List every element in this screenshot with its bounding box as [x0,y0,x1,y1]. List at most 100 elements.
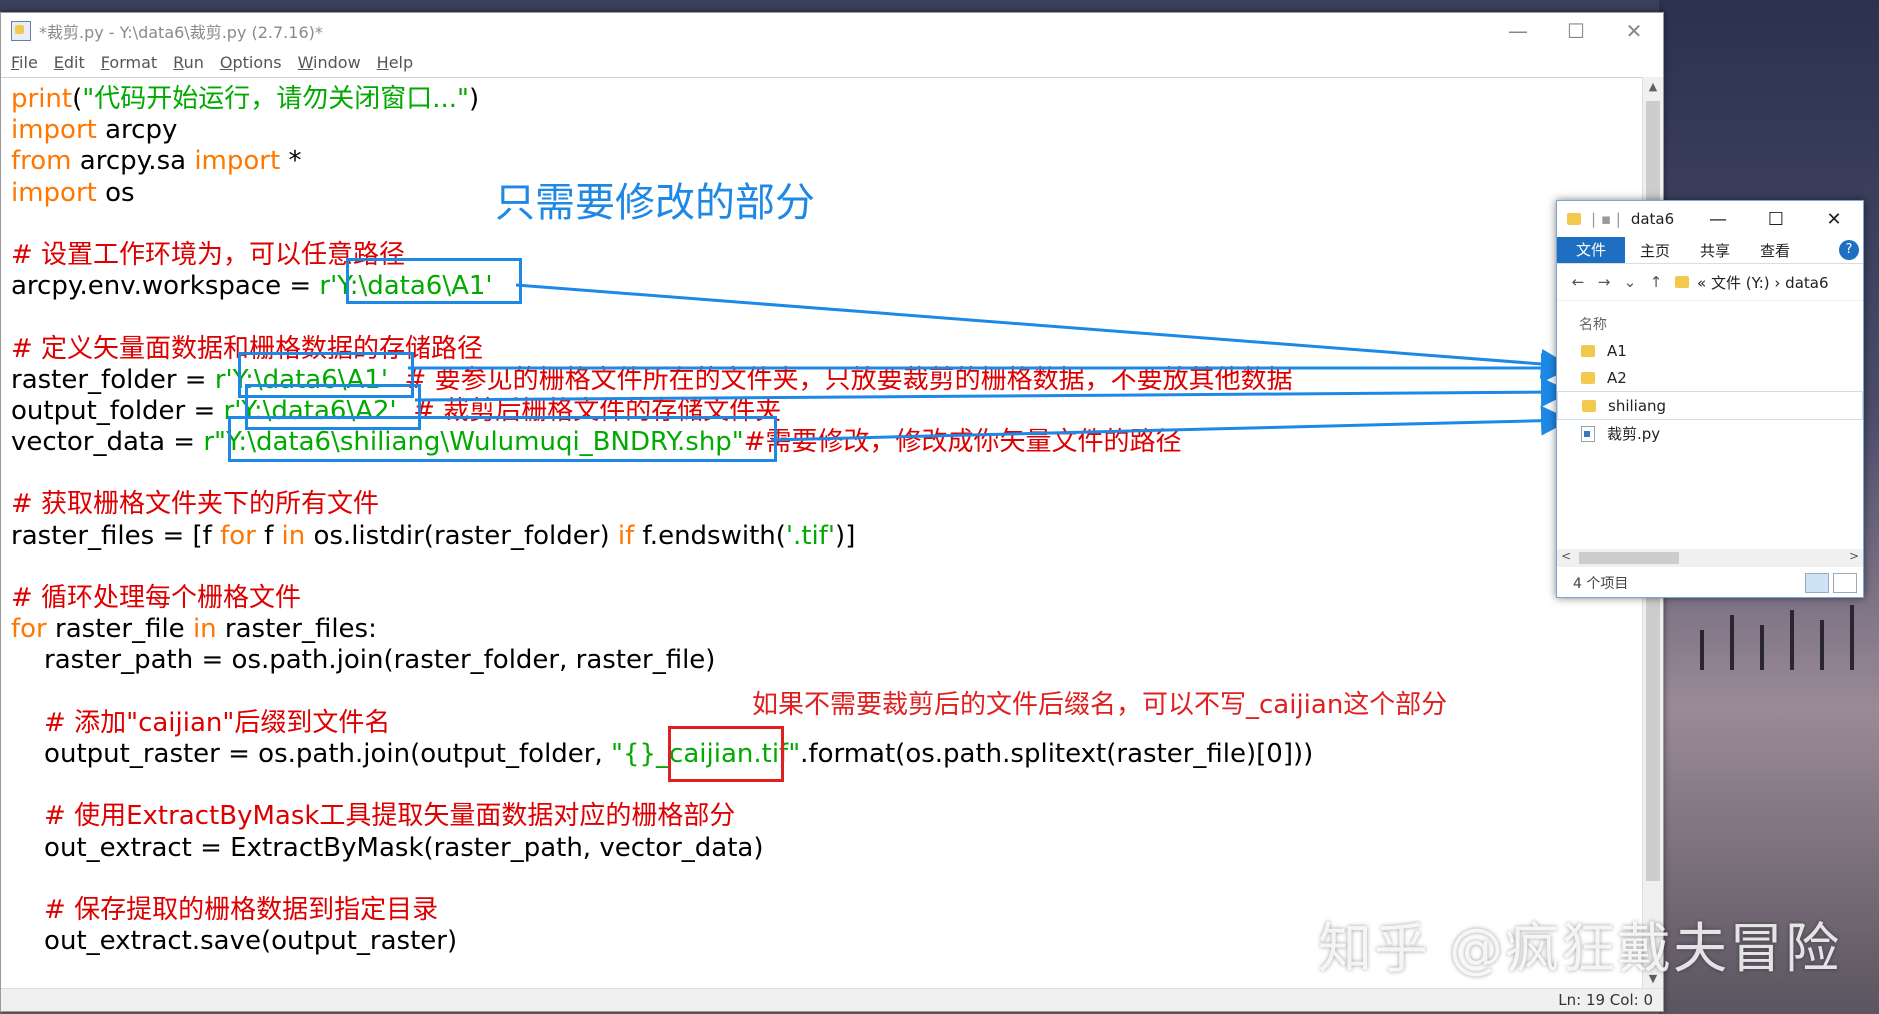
large-icons-view-icon[interactable] [1833,573,1857,593]
list-item[interactable]: A2 [1557,364,1863,391]
python-file-icon [11,21,31,41]
code-line[interactable]: # 定义矢量面数据和栅格数据的存储路径 [11,334,1313,365]
list-item[interactable]: A1 [1557,337,1863,364]
code-token: os.listdir(raster_folder) [305,520,618,551]
breadcrumb[interactable]: « 文件 (Y:) › data6 [1675,272,1829,293]
window-title: *裁剪.py - Y:\data6\裁剪.py (2.7.16)* [39,23,323,42]
code-token: print [11,84,73,114]
annotation-title: 只需要修改的部分 [495,180,815,226]
maximize-button[interactable]: ☐ [1547,19,1605,43]
code-token: output_folder = [11,395,224,426]
code-line[interactable] [11,864,1313,895]
code-token: for [220,520,256,551]
details-view-icon[interactable] [1805,573,1829,593]
code-token: * [280,146,302,177]
code-line[interactable]: raster_files = [f for f in os.listdir(ra… [11,521,1313,552]
horizontal-scrollbar[interactable]: < > [1557,549,1863,567]
menu-window[interactable]: Window [298,53,361,72]
explorer-maximize-button[interactable]: ☐ [1747,209,1805,230]
menu-file[interactable]: File [11,53,38,72]
recent-dropdown-icon[interactable]: ⌄ [1617,273,1643,291]
code-line[interactable] [11,770,1313,801]
folder-icon [1581,344,1595,357]
menu-format[interactable]: Format [101,53,157,72]
menu-run[interactable]: Run [173,53,204,72]
code-token: raster_folder = [11,364,215,395]
code-token: # 添加"caijian"后缀到文件名 [11,707,391,738]
code-token: out_extract = ExtractByMask(raster_path,… [11,832,764,863]
code-token: raster_files = [f [11,520,221,551]
code-line[interactable]: # 保存提取的栅格数据到指定目录 [11,895,1313,926]
explorer-title: data6 [1630,210,1675,228]
scroll-left-arrow-icon[interactable]: < [1561,549,1571,563]
scroll-thumb[interactable] [1579,552,1679,564]
tab-share[interactable]: 共享 [1685,240,1745,261]
code-line[interactable]: arcpy.env.workspace = r'Y:\data6\A1' [11,271,1313,302]
folder-icon [1675,276,1689,288]
code-token: )] [835,520,856,551]
code-token: import [11,177,97,208]
code-token: if [617,520,635,551]
code-line[interactable] [11,458,1313,489]
code-line[interactable]: raster_path = os.path.join(raster_folder… [11,645,1313,676]
code-line[interactable]: for raster_file in raster_files: [11,614,1313,645]
code-token: .format(os.path.splitext(raster_file)[0]… [800,738,1314,769]
tab-file[interactable]: 文件 [1557,237,1625,263]
back-arrow-icon[interactable]: ← [1565,273,1591,291]
tab-home[interactable]: 主页 [1625,240,1685,261]
forward-arrow-icon[interactable]: → [1591,273,1617,291]
code-line[interactable] [11,302,1313,333]
menu-help[interactable]: Help [377,53,413,72]
code-token: raster_file [46,614,193,645]
idle-titlebar: *裁剪.py - Y:\data6\裁剪.py (2.7.16)* — ☐ ✕ [1,13,1663,49]
code-token: raster_files: [216,614,377,645]
folder-icon [1581,371,1595,384]
code-token: "代码开始运行，请勿关闭窗口..." [82,84,469,114]
code-token: f.endswith( [634,520,786,551]
idle-editor-window: *裁剪.py - Y:\data6\裁剪.py (2.7.16)* — ☐ ✕ … [0,12,1664,1012]
watermark: 知乎 @疯狂戴夫冒险 [1318,917,1842,980]
explorer-ribbon: 文件 主页 共享 查看 ? [1557,237,1863,264]
list-item[interactable]: shiliang [1557,391,1863,420]
code-line[interactable]: # 使用ExtractByMask工具提取矢量面数据对应的栅格部分 [11,801,1313,832]
column-header-name[interactable]: 名称 [1557,301,1863,337]
scroll-up-arrow-icon[interactable]: ▲ [1643,77,1663,97]
explorer-close-button[interactable]: ✕ [1805,209,1863,230]
file-list: A1 A2 shiliang 裁剪.py [1557,337,1863,447]
scroll-right-arrow-icon[interactable]: > [1849,549,1859,563]
breadcrumb-path[interactable]: « 文件 (Y:) › data6 [1697,272,1829,293]
pier-silhouette [1690,590,1879,670]
code-line[interactable]: # 获取栅格文件夹下的所有文件 [11,489,1313,520]
code-token: out_extract.save(output_raster) [11,926,458,957]
code-line[interactable] [11,552,1313,583]
file-name: A2 [1607,368,1627,387]
code-token: '.tif' [785,520,836,551]
code-token: os [96,177,135,208]
code-line[interactable]: raster_folder = r'Y:\data6\A1' # 要参见的栅格文… [11,365,1313,396]
code-token: ( [72,84,83,114]
tab-view[interactable]: 查看 [1745,240,1805,261]
code-token: # 循环处理每个栅格文件 [11,583,302,613]
code-line[interactable]: output_raster = os.path.join(output_fold… [11,739,1313,770]
code-token: # 获取栅格文件夹下的所有文件 [11,489,380,520]
menu-edit[interactable]: Edit [54,53,85,72]
up-arrow-icon[interactable]: ↑ [1643,273,1669,291]
highlight-vector-data-path [228,416,777,462]
code-line[interactable]: import arcpy [11,115,1313,146]
code-token: # 要参见的栅格文件所在的文件夹，只放要裁剪的栅格数据，不要放其他数据 [387,364,1293,395]
code-line[interactable]: print("代码开始运行，请勿关闭窗口...") [11,84,1313,115]
close-button[interactable]: ✕ [1605,19,1663,43]
code-editor[interactable]: print("代码开始运行，请勿关闭窗口...") import arcpy fro… [1,77,1643,989]
minimize-button[interactable]: — [1489,19,1547,43]
help-icon[interactable]: ? [1839,240,1859,260]
code-line[interactable]: # 循环处理每个栅格文件 [11,583,1313,614]
menu-options[interactable]: Options [220,53,282,72]
code-line[interactable]: # 设置工作环境为，可以任意路径 [11,240,1313,271]
explorer-minimize-button[interactable]: — [1689,209,1747,230]
quick-access-separator: | ▪ | [1591,210,1621,228]
list-item[interactable]: 裁剪.py [1557,420,1863,447]
code-token: import [194,146,281,177]
code-line[interactable]: out_extract = ExtractByMask(raster_path,… [11,833,1313,864]
code-token: from [11,146,72,177]
code-line[interactable]: out_extract.save(output_raster) [11,926,1313,957]
